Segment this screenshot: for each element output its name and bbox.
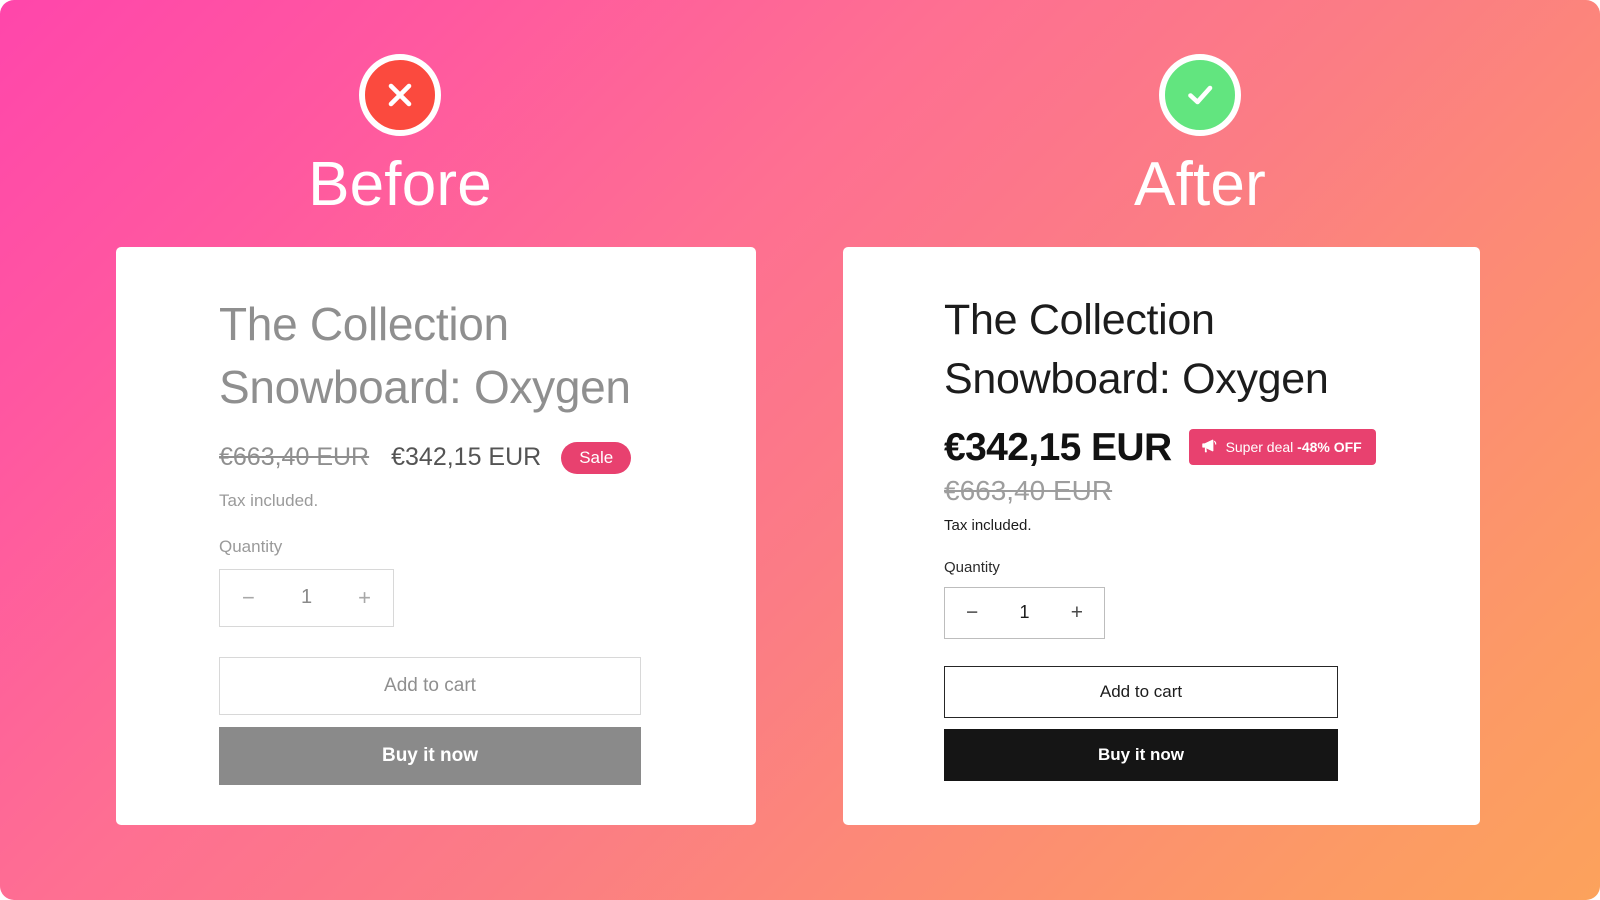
buy-it-now-button[interactable]: Buy it now: [219, 726, 641, 785]
product-title: The Collection Snowboard: Oxygen: [944, 296, 1329, 404]
check-circle-icon: [1159, 54, 1241, 136]
megaphone-icon: [1200, 437, 1217, 457]
price-row: €342,15 EUR Super deal -48% OFF: [944, 428, 1432, 467]
quantity-stepper[interactable]: − 1 +: [219, 568, 394, 627]
product-title: The Collection Snowboard: Oxygen: [219, 298, 631, 414]
quantity-label: Quantity: [219, 536, 283, 556]
quantity-decrease-button[interactable]: −: [966, 602, 978, 623]
add-to-cart-button[interactable]: Add to cart: [219, 656, 641, 715]
column-title-after: After: [1134, 150, 1266, 219]
quantity-stepper[interactable]: − 1 +: [944, 586, 1105, 639]
quantity-label: Quantity: [944, 558, 1000, 576]
comparison-stage: Before After The Collection Snowboard: O…: [0, 0, 1600, 900]
price-compare-at: €663,40 EUR: [944, 474, 1113, 506]
price-current: €342,15 EUR: [944, 425, 1172, 469]
quantity-increase-button[interactable]: +: [358, 586, 371, 609]
super-deal-badge-text: Super deal -48% OFF: [1226, 439, 1362, 455]
price-current: €342,15 EUR: [391, 443, 542, 472]
quantity-decrease-button[interactable]: −: [242, 586, 255, 609]
quantity-input[interactable]: 1: [301, 586, 312, 609]
price-compare-at: €663,40 EUR: [219, 443, 370, 472]
buy-it-now-button[interactable]: Buy it now: [944, 728, 1338, 781]
product-card-before: The Collection Snowboard: Oxygen €663,40…: [116, 247, 756, 825]
super-deal-label: Super deal: [1225, 439, 1294, 456]
super-deal-badge: Super deal -48% OFF: [1188, 429, 1376, 466]
super-deal-discount: -48% OFF: [1297, 439, 1362, 456]
quantity-input[interactable]: 1: [1019, 602, 1029, 623]
quantity-increase-button[interactable]: +: [1071, 602, 1083, 623]
column-title-before: Before: [308, 150, 492, 219]
add-to-cart-button[interactable]: Add to cart: [944, 665, 1338, 718]
tax-note: Tax included.: [219, 490, 319, 510]
tax-note: Tax included.: [944, 516, 1032, 534]
x-circle-icon: [359, 54, 441, 136]
product-card-after: The Collection Snowboard: Oxygen €342,15…: [843, 247, 1480, 825]
sale-badge: Sale: [561, 441, 632, 474]
price-row: €663,40 EUR €342,15 EUR Sale: [219, 441, 710, 474]
